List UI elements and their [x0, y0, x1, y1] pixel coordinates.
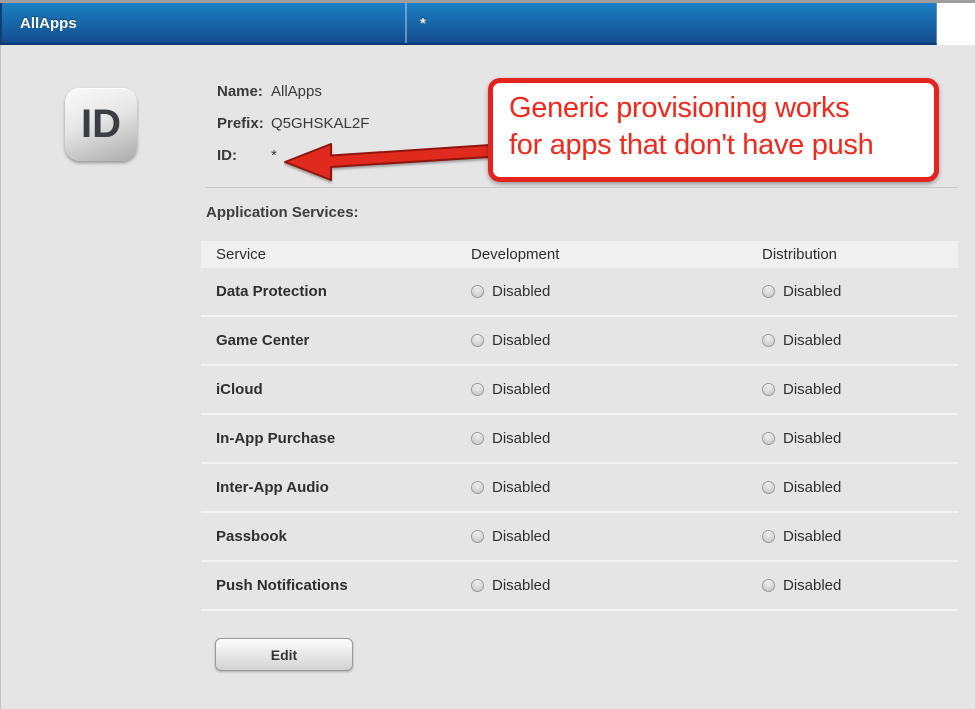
distribution-status: Disabled	[783, 381, 841, 398]
development-status: Disabled	[492, 528, 550, 545]
service-name: Passbook	[201, 528, 471, 545]
titlebar-app-name: AllApps	[20, 15, 77, 32]
radio-disabled-icon	[471, 530, 484, 543]
table-row: Inter-App Audio Disabled Disabled	[201, 464, 958, 513]
distribution-status: Disabled	[783, 430, 841, 447]
radio-disabled-icon	[471, 334, 484, 347]
radio-disabled-icon	[762, 530, 775, 543]
titlebar: AllApps *	[0, 3, 937, 45]
prefix-value: Q5GHSKAL2F	[271, 115, 369, 132]
annotation-line-2: for apps that don't have push	[509, 127, 934, 164]
titlebar-app-segment[interactable]: AllApps	[2, 3, 405, 43]
application-services-label: Application Services:	[206, 204, 359, 221]
radio-disabled-icon	[762, 432, 775, 445]
distribution-status: Disabled	[783, 332, 841, 349]
column-header-distribution: Distribution	[762, 246, 958, 263]
column-header-development: Development	[471, 246, 762, 263]
service-name: Data Protection	[201, 283, 471, 300]
radio-disabled-icon	[762, 579, 775, 592]
distribution-status: Disabled	[783, 283, 841, 300]
radio-disabled-icon	[471, 285, 484, 298]
details-divider	[206, 187, 958, 188]
radio-disabled-icon	[471, 579, 484, 592]
table-row: Game Center Disabled Disabled	[201, 317, 958, 366]
development-status: Disabled	[492, 430, 550, 447]
titlebar-id-label: *	[420, 15, 426, 32]
radio-disabled-icon	[762, 481, 775, 494]
distribution-status: Disabled	[783, 528, 841, 545]
table-row: Passbook Disabled Disabled	[201, 513, 958, 562]
table-row: Data Protection Disabled Disabled	[201, 268, 958, 317]
distribution-status: Disabled	[783, 479, 841, 496]
name-value: AllApps	[271, 83, 322, 100]
development-status: Disabled	[492, 283, 550, 300]
radio-disabled-icon	[471, 383, 484, 396]
annotation-callout: Generic provisioning works for apps that…	[488, 78, 939, 182]
prefix-label: Prefix:	[217, 115, 271, 132]
radio-disabled-icon	[762, 383, 775, 396]
services-table: Service Development Distribution Data Pr…	[201, 241, 958, 611]
detail-row-name: Name: AllApps	[217, 75, 369, 107]
distribution-status: Disabled	[783, 577, 841, 594]
app-id-icon: ID	[65, 88, 137, 161]
radio-disabled-icon	[762, 334, 775, 347]
radio-disabled-icon	[471, 481, 484, 494]
name-label: Name:	[217, 83, 271, 100]
service-name: In-App Purchase	[201, 430, 471, 447]
content-panel: ID Name: AllApps Prefix: Q5GHSKAL2F ID: …	[0, 45, 975, 709]
development-status: Disabled	[492, 479, 550, 496]
service-name: Inter-App Audio	[201, 479, 471, 496]
development-status: Disabled	[492, 577, 550, 594]
app-id-icon-label: ID	[81, 102, 121, 147]
table-row: In-App Purchase Disabled Disabled	[201, 415, 958, 464]
services-table-header: Service Development Distribution	[201, 241, 958, 268]
id-value: *	[271, 147, 277, 164]
table-row: Push Notifications Disabled Disabled	[201, 562, 958, 611]
id-label: ID:	[217, 147, 271, 164]
radio-disabled-icon	[762, 285, 775, 298]
service-name: Game Center	[201, 332, 471, 349]
edit-button[interactable]: Edit	[215, 638, 353, 671]
column-header-service: Service	[201, 246, 471, 263]
service-name: Push Notifications	[201, 577, 471, 594]
service-name: iCloud	[201, 381, 471, 398]
annotation-line-1: Generic provisioning works	[509, 90, 934, 127]
development-status: Disabled	[492, 332, 550, 349]
radio-disabled-icon	[471, 432, 484, 445]
development-status: Disabled	[492, 381, 550, 398]
table-row: iCloud Disabled Disabled	[201, 366, 958, 415]
screen: AllApps * ID Name: AllApps Prefix: Q5GHS…	[0, 0, 975, 709]
titlebar-id-segment[interactable]: *	[407, 3, 927, 43]
